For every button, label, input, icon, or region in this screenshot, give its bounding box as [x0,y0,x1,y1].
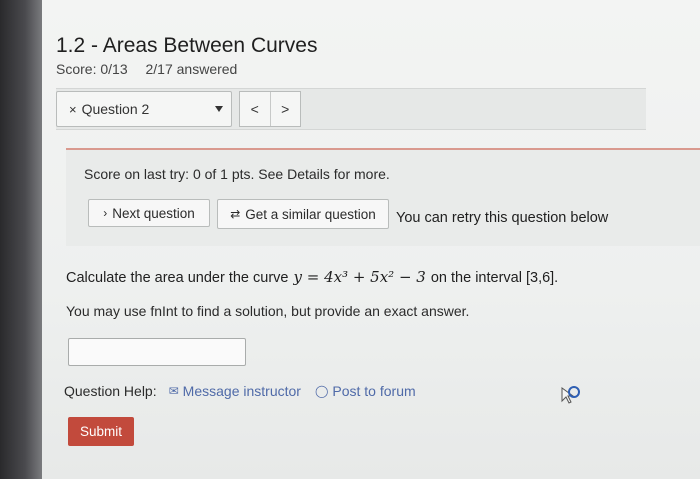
chevron-right-icon: › [103,206,108,220]
submit-button[interactable]: Submit [68,417,134,446]
similar-question-button[interactable]: ⇄ Get a similar question [217,199,389,229]
score-text: Score: 0/13 [56,61,128,77]
page-title: 1.2 - Areas Between Curves [56,34,318,57]
message-instructor-link[interactable]: ✉ Message instructor [169,383,301,399]
question-select[interactable]: × Question 2 [56,91,232,127]
screen-bezel [0,0,42,479]
envelope-icon: ✉ [168,384,179,398]
post-to-forum-link[interactable]: ◯ Post to forum [315,383,416,399]
next-question-arrow-button[interactable]: > [269,92,301,126]
question-help: Question Help: ✉ Message instructor ◯ Po… [64,383,416,399]
next-question-label: Next question [112,205,195,221]
incorrect-x-icon: × [69,101,77,117]
page: 1.2 - Areas Between Curves Score: 0/13 2… [42,0,700,479]
speech-bubble-icon: ◯ [314,384,329,398]
score-summary: Score: 0/13 2/17 answered [56,61,237,77]
question-pager: < > [239,91,301,127]
question-text: Calculate the area under the curve y = 4… [66,268,558,286]
question-select-label: Question 2 [81,101,150,117]
answered-count: 2/17 answered [145,61,238,77]
refresh-icon: ⇄ [230,207,241,221]
next-question-button[interactable]: › Next question [88,199,210,227]
question-suffix: on the interval [3,6]. [430,270,559,286]
question-navigation-bar: × Question 2 < > [56,88,646,130]
last-try-score: Score on last try: 0 of 1 pts. See Detai… [84,166,390,182]
feedback-panel [66,150,700,246]
question-hint: You may use fnInt to find a solution, bu… [66,303,470,319]
last-try-points: 0 of 1 pts [192,166,251,182]
answer-input[interactable] [68,338,246,366]
question-prefix: Calculate the area under the curve [66,270,289,286]
curve-equation: y = 4x³ + 5x² − 3 [293,268,426,286]
retry-message: You can retry this question below [396,210,609,226]
similar-question-label: Get a similar question [245,206,376,222]
mouse-pointer-icon [561,386,580,404]
question-help-label: Question Help: [64,383,157,399]
previous-question-button[interactable]: < [240,92,270,126]
caret-down-icon [215,106,223,112]
